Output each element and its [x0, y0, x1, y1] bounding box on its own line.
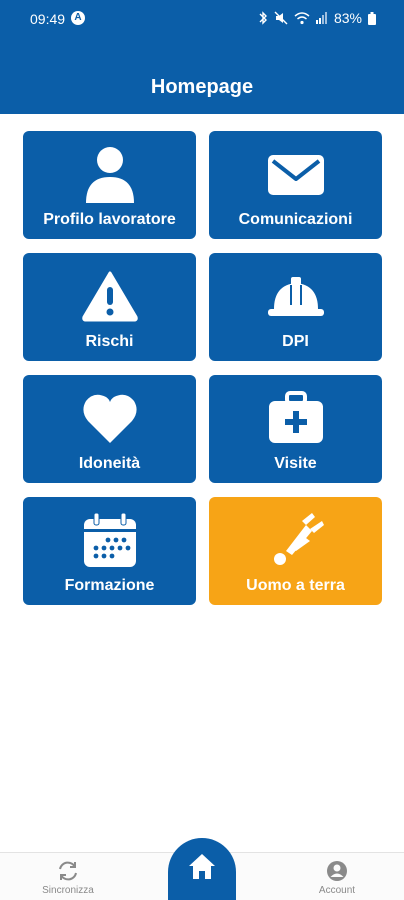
user-icon	[80, 145, 140, 203]
hard-hat-icon	[266, 267, 326, 325]
calendar-icon	[80, 511, 140, 569]
sync-label: Sincronizza	[42, 885, 94, 896]
mail-icon	[266, 145, 326, 203]
battery-level: 83%	[333, 10, 362, 26]
tile-visite[interactable]: Visite	[209, 375, 382, 483]
tile-label: Profilo lavoratore	[43, 211, 176, 228]
account-icon	[327, 861, 347, 881]
tile-dpi[interactable]: DPI	[209, 253, 382, 361]
tile-label: Idoneità	[78, 455, 141, 472]
mute-icon	[274, 11, 288, 25]
tile-formazione[interactable]: Formazione	[23, 497, 196, 605]
tile-comunicazioni[interactable]: Comunicazioni	[209, 131, 382, 239]
warning-icon	[80, 267, 140, 325]
tile-idoneita[interactable]: Idoneità	[23, 375, 196, 483]
account-label: Account	[318, 885, 356, 896]
bluetooth-icon	[259, 11, 267, 25]
heart-icon	[80, 389, 140, 447]
home-icon	[189, 854, 215, 879]
tile-label: DPI	[282, 333, 309, 350]
home-button[interactable]	[168, 838, 236, 900]
tile-label: Formazione	[64, 577, 155, 594]
man-down-icon	[266, 511, 326, 569]
status-time: 09:49	[30, 11, 66, 27]
status-icons: 83%	[258, 10, 376, 26]
battery-icon	[368, 11, 376, 25]
signal-icon	[315, 12, 327, 24]
tile-label: Rischi	[85, 333, 134, 350]
sync-icon	[59, 861, 77, 881]
tile-label: Visite	[274, 455, 317, 472]
account-button[interactable]: Account	[292, 859, 382, 896]
wifi-icon	[294, 12, 310, 25]
tile-profilo-lavoratore[interactable]: Profilo lavoratore	[23, 131, 196, 239]
medical-kit-icon	[266, 389, 326, 447]
app-header: 09:49 A 83% Homepage	[0, 0, 404, 114]
tile-label: Comunicazioni	[238, 211, 353, 228]
app-badge-icon: A	[71, 11, 85, 25]
status-bar: 09:49 A 83%	[0, 0, 404, 36]
tile-rischi[interactable]: Rischi	[23, 253, 196, 361]
tile-label: Uomo a terra	[246, 577, 345, 594]
sync-button[interactable]: Sincronizza	[23, 859, 113, 896]
tile-uomo-a-terra[interactable]: Uomo a terra	[209, 497, 382, 605]
page-title: Homepage	[150, 76, 254, 98]
